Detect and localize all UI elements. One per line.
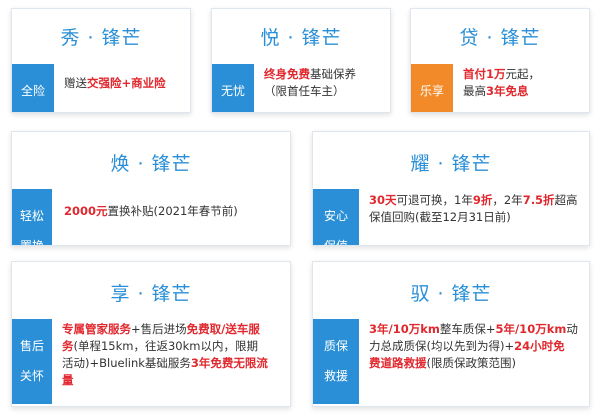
description-text: 超高 <box>554 193 578 207</box>
badge-line: 保值 <box>323 239 348 246</box>
badge-line: 售后 <box>19 339 44 353</box>
card-yu: 驭 · 锋芒 质保 救援 3年/10万km整车质保+5年/10万km动力总成质保… <box>312 261 590 407</box>
badge-line: 置换 <box>19 239 44 246</box>
highlight-text: 交强险+商业险 <box>87 76 166 90</box>
card-title: 贷 · 锋芒 <box>459 27 541 49</box>
description-text: +售后进场 <box>131 322 187 336</box>
badge-zhibao: 质保 救援 <box>313 319 359 404</box>
card-title: 悦 · 锋芒 <box>260 27 342 49</box>
highlight-text: 量 <box>62 373 74 387</box>
highlight-text: 3年免息 <box>486 84 529 98</box>
card-description: 首付1万元起， 最高3年免息 <box>463 66 588 100</box>
highlight-text: 5年/10万km <box>495 322 567 336</box>
card-yao: 耀 · 锋芒 安心 保值 30天可退可换，1年9折，2年7.5折超高保值回购(截… <box>312 131 590 246</box>
description-text: 基础保养 <box>310 67 356 81</box>
card-title: 享 · 锋芒 <box>110 283 192 305</box>
card-description: 终身免费基础保养 （限首任车主） <box>264 66 389 100</box>
badge-line: 质保 <box>323 339 348 353</box>
card-xiang: 享 · 锋芒 售后 关怀 专属管家服务+售后进场免费取/送车服务(单程15km，… <box>11 261 291 407</box>
card-xiu: 秀 · 锋芒 全险 礼遇 赠送交强险+商业险 <box>11 8 191 113</box>
card-title: 耀 · 锋芒 <box>410 153 492 175</box>
card-title: 焕 · 锋芒 <box>110 153 192 175</box>
highlight-text: 2000元 <box>64 204 108 218</box>
badge-wuyou: 无忧 用车 <box>212 64 254 112</box>
card-description: 30天可退可换，1年9折，2年7.5折超高保值回购(截至12月31日前) <box>369 192 587 226</box>
card-description: 3年/10万km整车质保+5年/10万km动力总成质保(均以先到为得)+24小时… <box>369 321 587 372</box>
badge-line: 关怀 <box>19 369 44 383</box>
badge-anxin: 安心 保值 <box>313 189 359 246</box>
description-text: 元起， <box>505 67 541 81</box>
description-text: 动 <box>566 322 578 336</box>
card-title: 秀 · 锋芒 <box>60 27 142 49</box>
highlight-text: 24小时免 <box>514 339 565 353</box>
description-text: 活动)+Bluelink基础服务 <box>62 356 191 370</box>
highlight-text: 首付1万 <box>463 67 506 81</box>
highlight-text: 3年/10万km <box>369 322 440 336</box>
description-text: 置换补贴(2021年春节前) <box>107 204 238 218</box>
description-text: (单程15km，往返30km以内，限期 <box>73 339 258 353</box>
badge-quanxian: 全险 礼遇 <box>12 64 54 112</box>
badge-line: 轻松 <box>19 209 44 223</box>
description-text: ，2年 <box>492 193 523 207</box>
card-description: 赠送交强险+商业险 <box>64 75 189 92</box>
description-text: (限质保政策范围) <box>426 356 516 370</box>
highlight-text: 免费取/送车服 <box>186 322 260 336</box>
badge-line: 乐享 <box>419 84 444 98</box>
highlight-text: 专属管家服务 <box>62 322 131 336</box>
highlight-text: 9折 <box>472 193 493 207</box>
badge-line: 安心 <box>323 209 348 223</box>
highlight-text: 7.5折 <box>522 193 555 207</box>
highlight-text: 务 <box>62 339 74 353</box>
description-text: （限首任车主） <box>264 84 345 98</box>
card-description: 专属管家服务+售后进场免费取/送车服务(单程15km，往返30km以内，限期活动… <box>62 321 288 389</box>
description-text: 最高 <box>463 84 486 98</box>
badge-shouhou: 售后 关怀 <box>12 319 52 404</box>
highlight-text: 30天 <box>369 193 397 207</box>
description-text: 力总成质保(均以先到为得)+ <box>369 339 515 353</box>
card-description: 2000元置换补贴(2021年春节前) <box>64 203 289 220</box>
highlight-text: 费道路救援 <box>369 356 427 370</box>
badge-line: 无忧 <box>220 84 245 98</box>
card-huan: 焕 · 锋芒 轻松 置换 2000元置换补贴(2021年春节前) <box>11 131 291 246</box>
badge-lexiang: 乐享 免息 <box>411 64 453 112</box>
description-text: 赠送 <box>64 76 87 90</box>
highlight-text: 3年免费无限流 <box>190 356 268 370</box>
description-text: 保值回购(截至12月31日前) <box>369 210 511 224</box>
highlight-text: 终身免费 <box>264 67 310 81</box>
card-title: 驭 · 锋芒 <box>410 283 492 305</box>
description-text: 整车质保+ <box>439 322 496 336</box>
card-yue: 悦 · 锋芒 无忧 用车 终身免费基础保养 （限首任车主） <box>211 8 391 113</box>
badge-line: 全险 <box>20 84 45 98</box>
badge-qingsong: 轻松 置换 <box>12 189 52 246</box>
card-dai: 贷 · 锋芒 乐享 免息 首付1万元起， 最高3年免息 <box>410 8 590 113</box>
description-text: 可退可换，1年 <box>396 193 473 207</box>
badge-line: 救援 <box>323 369 348 383</box>
